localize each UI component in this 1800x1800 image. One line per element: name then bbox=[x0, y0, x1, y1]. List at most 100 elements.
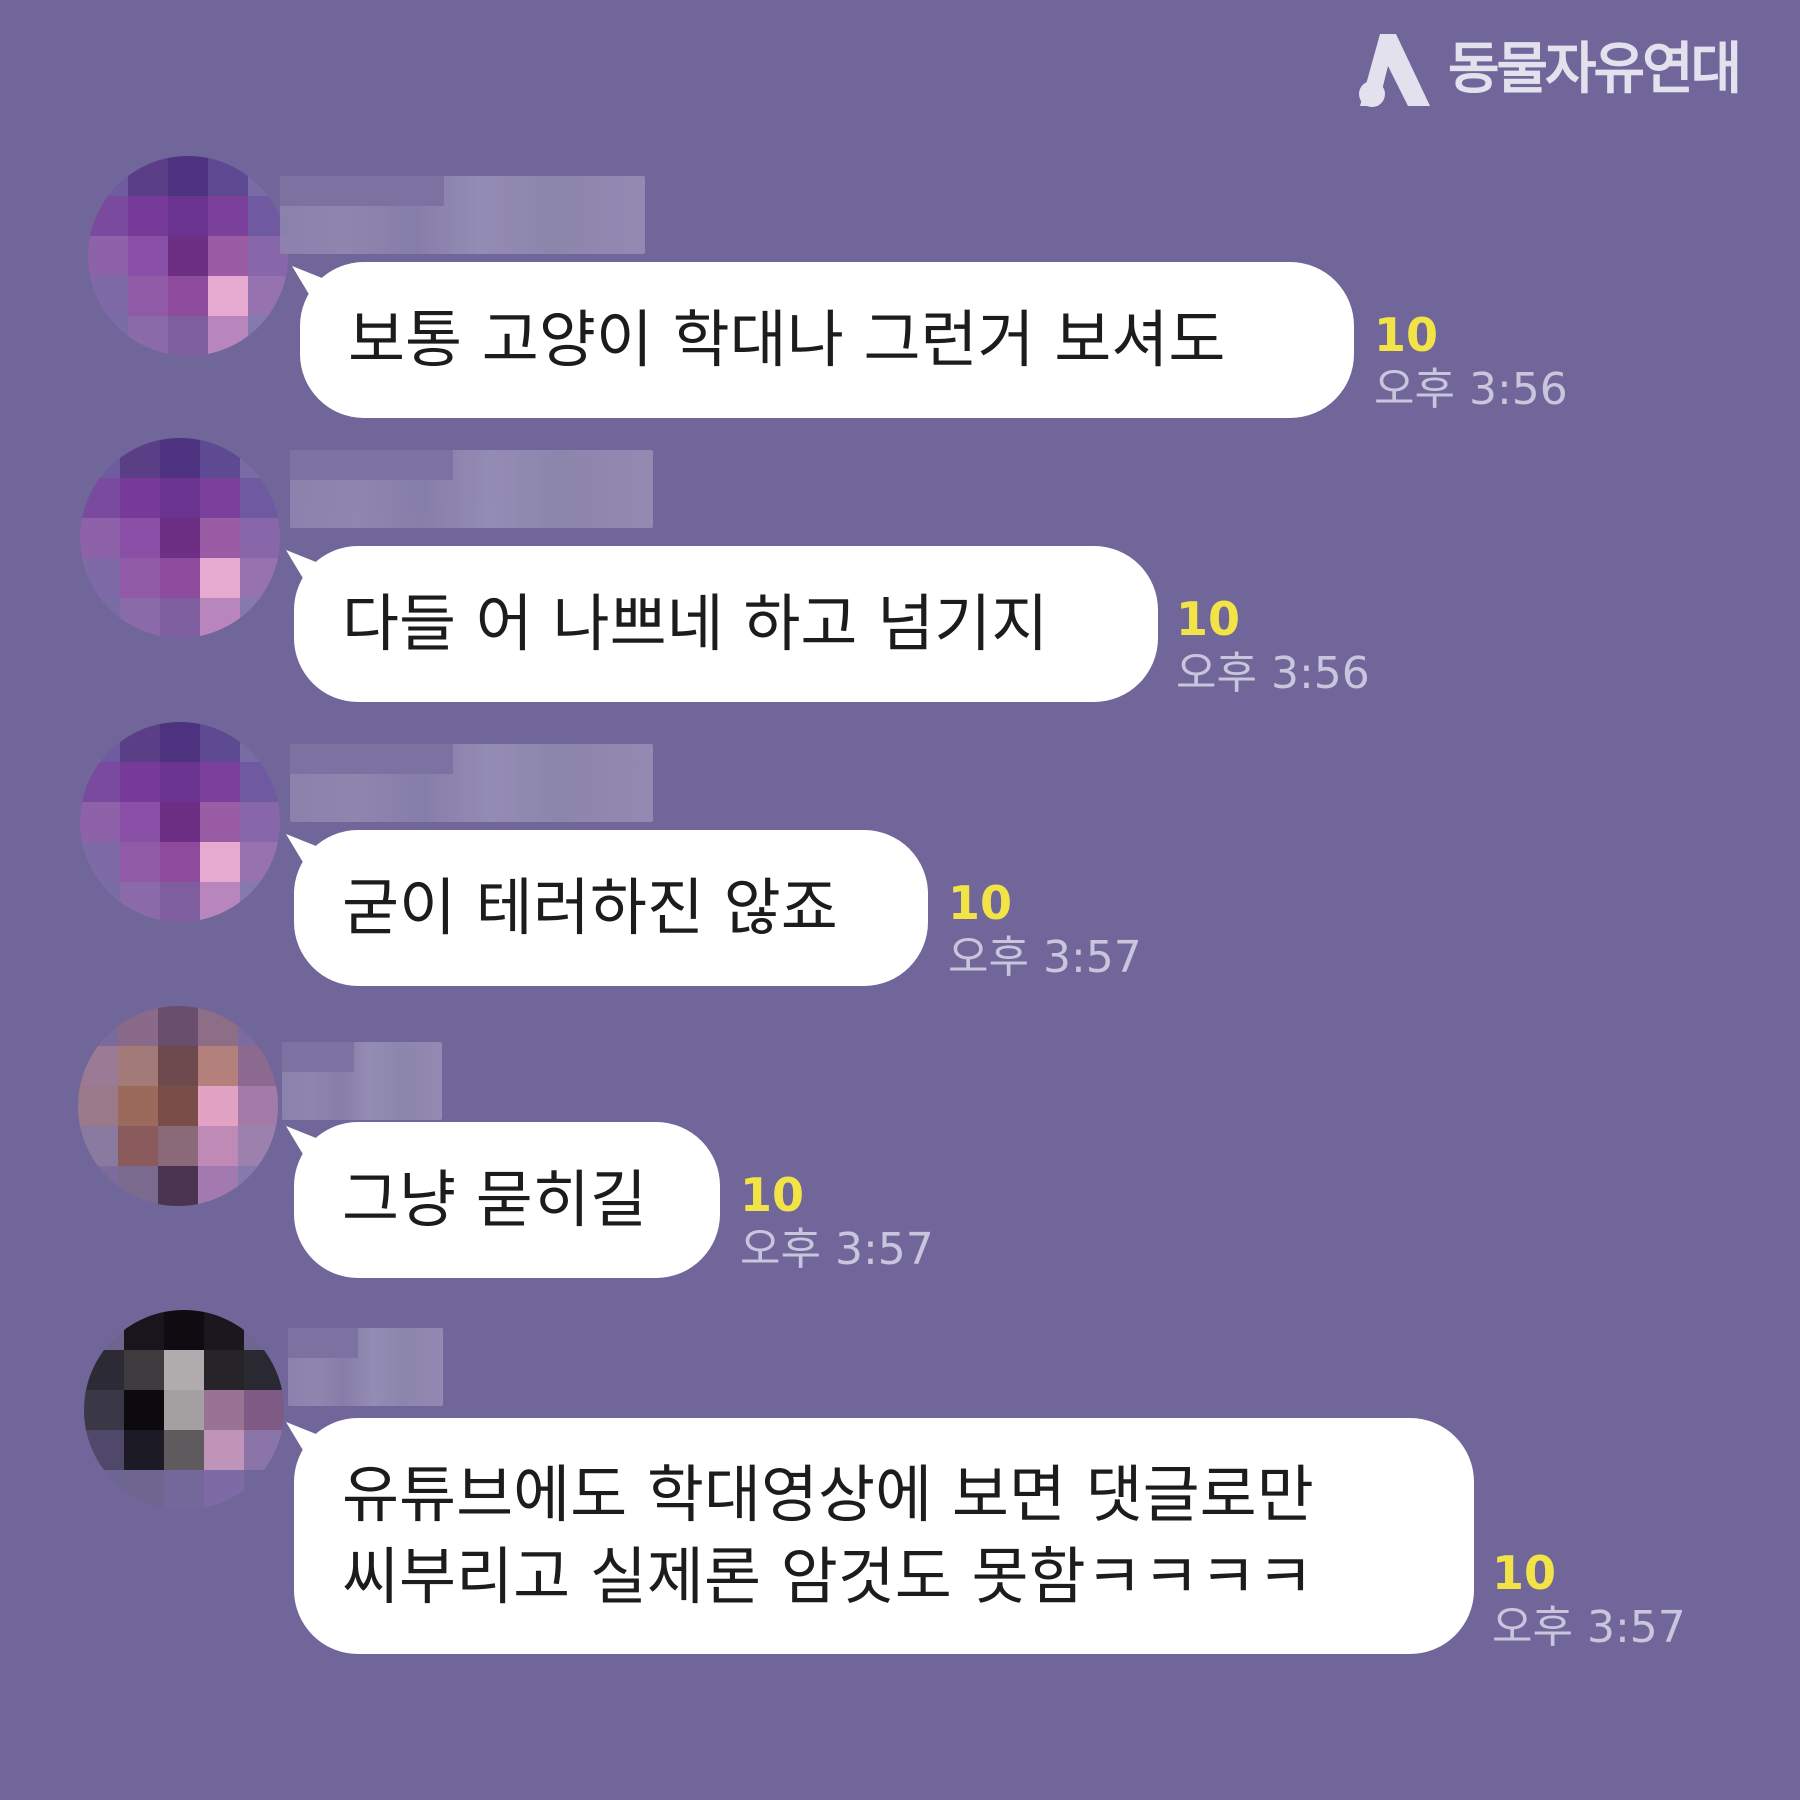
avatar[interactable] bbox=[80, 438, 280, 638]
avatar-pixel bbox=[200, 598, 240, 638]
avatar-pixel bbox=[238, 1086, 278, 1126]
message-bubble[interactable]: 유튜브에도 학대영상에 보면 댓글로만 씨부리고 실제론 암것도 못함ㅋㅋㅋㅋ bbox=[294, 1418, 1474, 1654]
avatar-pixel bbox=[158, 1126, 198, 1166]
message-text: 굳이 테러하진 않죠 bbox=[342, 871, 838, 944]
message-text-line: 유튜브에도 학대영상에 보면 댓글로만 bbox=[342, 1458, 1314, 1531]
avatar-pixel bbox=[198, 1126, 238, 1166]
avatar-pixel bbox=[118, 1166, 158, 1206]
avatar-pixel bbox=[238, 1166, 278, 1206]
avatar-pixel bbox=[124, 1350, 164, 1390]
message-meta: 10 오후 3:57 bbox=[948, 876, 1142, 986]
avatar-pixel bbox=[118, 1046, 158, 1086]
avatar-pixel bbox=[118, 1126, 158, 1166]
message-bubble[interactable]: 다들 어 나쁘네 하고 넘기지 bbox=[294, 546, 1158, 702]
avatar-pixel bbox=[124, 1470, 164, 1510]
avatar-pixel bbox=[124, 1390, 164, 1430]
avatar-pixel bbox=[80, 802, 120, 842]
avatar-pixel bbox=[240, 558, 280, 598]
avatar-pixel bbox=[200, 842, 240, 882]
avatar-pixel bbox=[78, 1166, 118, 1206]
avatar-pixel bbox=[200, 722, 240, 762]
avatar-pixel bbox=[118, 1006, 158, 1046]
message-meta: 10 오후 3:57 bbox=[740, 1168, 934, 1278]
avatar-pixel bbox=[84, 1430, 124, 1470]
message-text: 보통 고양이 학대나 그런거 보셔도 bbox=[348, 303, 1226, 376]
avatar-pixel bbox=[78, 1086, 118, 1126]
avatar-pixel bbox=[238, 1126, 278, 1166]
avatar-pixel bbox=[80, 762, 120, 802]
avatar-pixel bbox=[80, 518, 120, 558]
avatar-pixel bbox=[198, 1166, 238, 1206]
message-time: 오후 3:57 bbox=[1492, 1602, 1686, 1653]
message-time: 오후 3:57 bbox=[740, 1224, 934, 1275]
avatar-pixel bbox=[88, 276, 128, 316]
avatar-pixel bbox=[198, 1046, 238, 1086]
avatar-pixel bbox=[160, 722, 200, 762]
avatar[interactable] bbox=[80, 722, 280, 922]
avatar-pixel bbox=[128, 236, 168, 276]
avatar-pixel bbox=[78, 1006, 118, 1046]
sender-name-blurred bbox=[280, 176, 645, 254]
avatar-pixel bbox=[164, 1470, 204, 1510]
avatar-pixel bbox=[78, 1046, 118, 1086]
avatar-pixel bbox=[80, 882, 120, 922]
avatar-pixel bbox=[160, 762, 200, 802]
sender-name-blurred bbox=[290, 450, 653, 528]
avatar[interactable] bbox=[88, 156, 288, 356]
sender-name-blurred bbox=[288, 1328, 443, 1406]
avatar-pixel bbox=[244, 1470, 284, 1510]
unread-count: 10 bbox=[1374, 308, 1439, 362]
avatar-pixel bbox=[160, 518, 200, 558]
avatar[interactable] bbox=[84, 1310, 284, 1510]
message-bubble[interactable]: 보통 고양이 학대나 그런거 보셔도 bbox=[300, 262, 1354, 418]
avatar-pixel bbox=[120, 842, 160, 882]
avatar-pixel bbox=[160, 802, 200, 842]
message-text: 그냥 묻히길 bbox=[342, 1163, 647, 1236]
avatar-pixel bbox=[128, 156, 168, 196]
avatar-pixel bbox=[200, 438, 240, 478]
avatar-pixel bbox=[240, 802, 280, 842]
avatar-pixel bbox=[208, 316, 248, 356]
avatar-pixel bbox=[200, 478, 240, 518]
avatar-pixel bbox=[240, 598, 280, 638]
message-text-line: 씨부리고 실제론 암것도 못함ㅋㅋㅋㅋ bbox=[342, 1540, 1314, 1613]
avatar-pixel bbox=[248, 276, 288, 316]
avatar-pixel bbox=[248, 316, 288, 356]
avatar-pixel bbox=[204, 1430, 244, 1470]
avatar-pixel bbox=[120, 598, 160, 638]
avatar-pixel bbox=[238, 1006, 278, 1046]
message-bubble[interactable]: 그냥 묻히길 bbox=[294, 1122, 720, 1278]
avatar[interactable] bbox=[78, 1006, 278, 1206]
avatar-pixel bbox=[118, 1086, 158, 1126]
avatar-pixel bbox=[160, 598, 200, 638]
avatar-pixel bbox=[240, 842, 280, 882]
avatar-pixel bbox=[80, 438, 120, 478]
avatar-pixel bbox=[244, 1390, 284, 1430]
message-time: 오후 3:56 bbox=[1374, 364, 1568, 415]
avatar-pixel bbox=[204, 1390, 244, 1430]
avatar-pixel bbox=[80, 722, 120, 762]
avatar-pixel bbox=[158, 1046, 198, 1086]
avatar-pixel bbox=[80, 558, 120, 598]
avatar-pixel bbox=[84, 1310, 124, 1350]
avatar-pixel bbox=[88, 236, 128, 276]
avatar-pixel bbox=[120, 558, 160, 598]
avatar-pixel bbox=[208, 156, 248, 196]
avatar-pixel bbox=[168, 276, 208, 316]
avatar-pixel bbox=[168, 196, 208, 236]
avatar-pixel bbox=[240, 722, 280, 762]
avatar-pixel bbox=[208, 196, 248, 236]
avatar-pixel bbox=[204, 1470, 244, 1510]
avatar-pixel bbox=[120, 722, 160, 762]
message-bubble[interactable]: 굳이 테러하진 않죠 bbox=[294, 830, 928, 986]
avatar-pixel bbox=[208, 236, 248, 276]
avatar-pixel bbox=[160, 438, 200, 478]
avatar-pixel bbox=[168, 316, 208, 356]
avatar-pixel bbox=[198, 1006, 238, 1046]
avatar-pixel bbox=[200, 802, 240, 842]
avatar-pixel bbox=[164, 1350, 204, 1390]
sender-name-blurred bbox=[282, 1042, 442, 1120]
avatar-pixel bbox=[160, 842, 200, 882]
message-meta: 10 오후 3:56 bbox=[1176, 592, 1370, 702]
avatar-pixel bbox=[244, 1310, 284, 1350]
